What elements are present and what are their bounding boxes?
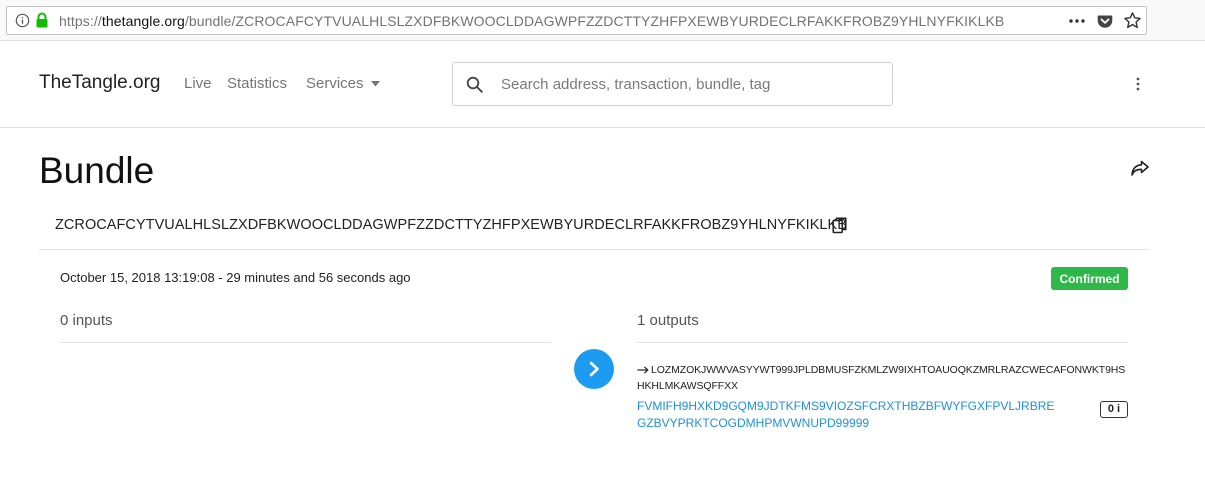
nav-services[interactable]: Services — [306, 75, 364, 92]
url-scheme: https:// — [59, 13, 102, 29]
address-bar[interactable]: https://thetangle.org/bundle/ZCROCAFCYTV… — [6, 6, 1147, 35]
copy-icon[interactable] — [832, 217, 847, 234]
url-path: /bundle/ZCROCAFCYTVUALHLSLZXDFBKWOOCLDDA… — [184, 13, 1005, 29]
pocket-icon[interactable] — [1097, 13, 1113, 29]
inputs-divider — [60, 342, 551, 343]
bundle-hash[interactable]: ZCROCAFCYTVUALHLSLZXDFBKWOOCLDDAGWPFZZDC… — [55, 217, 847, 233]
search-box[interactable] — [452, 62, 893, 106]
chevron-right-icon — [589, 361, 599, 377]
search-icon[interactable] — [466, 76, 483, 93]
status-badge: Confirmed — [1051, 267, 1128, 290]
url-host: thetangle.org — [101, 13, 185, 29]
info-icon[interactable] — [15, 13, 30, 28]
output-value-badge: 0 i — [1100, 401, 1128, 418]
inputs-count: 0 inputs — [60, 312, 113, 329]
output-transaction-link[interactable]: FVMIFH9HXKD9GQM9JDTKFMS9VIOZSFCRXTHBZBFW… — [637, 398, 1057, 432]
more-vertical-icon[interactable] — [1133, 76, 1143, 92]
nav-live[interactable]: Live — [184, 75, 212, 92]
flow-direction-button[interactable] — [574, 349, 614, 389]
search-input[interactable] — [501, 64, 881, 104]
brand-logo[interactable]: TheTangle.org — [39, 72, 160, 94]
caret-down-icon[interactable] — [371, 81, 380, 87]
bundle-timestamp: October 15, 2018 13:19:08 - 29 minutes a… — [60, 270, 411, 285]
nav-statistics[interactable]: Statistics — [227, 75, 287, 92]
outputs-divider — [637, 342, 1128, 343]
share-icon[interactable] — [1130, 159, 1150, 177]
site-header: TheTangle.org Live Statistics Services — [0, 41, 1205, 128]
lock-icon[interactable] — [35, 12, 49, 29]
outputs-count: 1 outputs — [637, 312, 699, 329]
output-address[interactable]: LOZMZOKJWWVASYYWT999JPLDBMUSFZKMLZW9IXHT… — [637, 362, 1132, 394]
star-icon[interactable] — [1123, 11, 1142, 30]
divider — [39, 249, 1149, 250]
more-horizontal-icon[interactable] — [1068, 14, 1086, 28]
browser-toolbar: https://thetangle.org/bundle/ZCROCAFCYTV… — [0, 0, 1205, 41]
page-title: Bundle — [39, 150, 155, 191]
url-text[interactable]: https://thetangle.org/bundle/ZCROCAFCYTV… — [59, 13, 1004, 29]
